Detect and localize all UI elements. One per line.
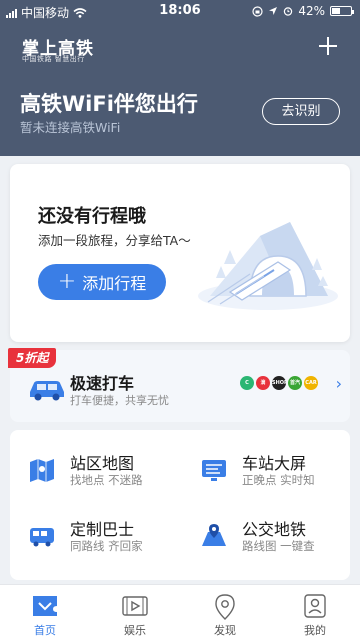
- home-icon: [33, 596, 57, 616]
- service-title: 站区地图: [70, 454, 135, 473]
- tab-label: 我的: [304, 624, 326, 637]
- tab-label: 娱乐: [124, 624, 146, 637]
- service-station-map[interactable]: 站区地图 找地点 不迷路: [10, 450, 170, 500]
- service-subtitle: 同路线 齐回家: [70, 539, 143, 553]
- service-subtitle: 路线图 一键查: [242, 539, 315, 553]
- add-trip-label: 添加行程: [82, 274, 147, 293]
- taxi-card[interactable]: 5折起 极速打车 打车便捷，共享无忧 C 滴 SHOP 首汽 CAR ›: [8, 348, 350, 422]
- add-trip-button[interactable]: + 添加行程: [38, 264, 166, 300]
- bus-icon: [30, 528, 54, 547]
- add-icon[interactable]: [316, 34, 340, 58]
- tab-label: 发现: [214, 624, 236, 637]
- service-bus-metro[interactable]: 公交地铁 路线图 一键查: [182, 516, 342, 566]
- tab-discover[interactable]: 发现: [180, 585, 270, 640]
- status-bar: 中国移动 18:06 42%: [0, 0, 360, 22]
- screen-icon: [202, 460, 226, 481]
- location-arrow-icon: [269, 7, 278, 15]
- app-subtitle: 中国铁路 智慧出行: [22, 55, 85, 63]
- identify-button[interactable]: 去识别: [262, 98, 340, 125]
- service-title: 车站大屏: [242, 454, 307, 473]
- header: 中国移动 18:06 42% 掌上高铁 中国铁路 智慧出行 高铁WiFi伴您出行…: [0, 0, 360, 156]
- service-custom-bus[interactable]: 定制巴士 同路线 齐回家: [10, 516, 170, 566]
- discount-badge: 5折起: [8, 348, 57, 368]
- chevron-right-icon: ›: [335, 374, 342, 393]
- service-subtitle: 正晚点 实时知: [242, 473, 315, 487]
- train-tunnel-illustration: [198, 222, 338, 310]
- transit-icon: [202, 524, 226, 546]
- service-subtitle: 找地点 不迷路: [70, 473, 143, 487]
- wifi-title: 高铁WiFi伴您出行: [20, 92, 198, 116]
- battery-percent: 42%: [298, 4, 325, 18]
- trip-title: 还没有行程哦: [38, 206, 146, 227]
- tab-profile[interactable]: 我的: [270, 585, 360, 640]
- taxi-subtitle: 打车便捷，共享无忧: [70, 394, 169, 407]
- tab-entertainment[interactable]: 娱乐: [90, 585, 180, 640]
- service-station-screen[interactable]: 车站大屏 正晚点 实时知: [182, 450, 342, 500]
- tab-bar: 首页 娱乐 发现 我的: [0, 584, 360, 640]
- tab-home[interactable]: 首页: [0, 585, 90, 640]
- car-icon: [30, 381, 64, 401]
- trip-subtitle: 添加一段旅程，分享给TA～: [38, 233, 191, 248]
- partner-logo: CAR: [302, 374, 320, 392]
- rotation-lock-icon: [252, 5, 263, 17]
- play-icon: [122, 596, 148, 616]
- alarm-icon: [284, 7, 293, 16]
- services-grid: 站区地图 找地点 不迷路 车站大屏 正晚点 实时知 定制巴士 同路线 齐回家 公…: [10, 430, 350, 580]
- profile-icon: [304, 594, 326, 618]
- service-title: 定制巴士: [70, 520, 135, 539]
- partner-logos: C 滴 SHOP 首汽 CAR: [238, 374, 320, 392]
- plus-icon: +: [57, 269, 77, 294]
- location-icon: [215, 594, 235, 620]
- tab-label: 首页: [34, 624, 56, 637]
- service-title: 公交地铁: [242, 520, 307, 539]
- taxi-title: 极速打车: [70, 374, 135, 393]
- wifi-status: 暂未连接高铁WiFi: [20, 120, 121, 135]
- battery-icon: [330, 6, 354, 16]
- trip-card: 还没有行程哦 添加一段旅程，分享给TA～ + 添加行程: [10, 164, 350, 342]
- map-icon: [30, 459, 54, 482]
